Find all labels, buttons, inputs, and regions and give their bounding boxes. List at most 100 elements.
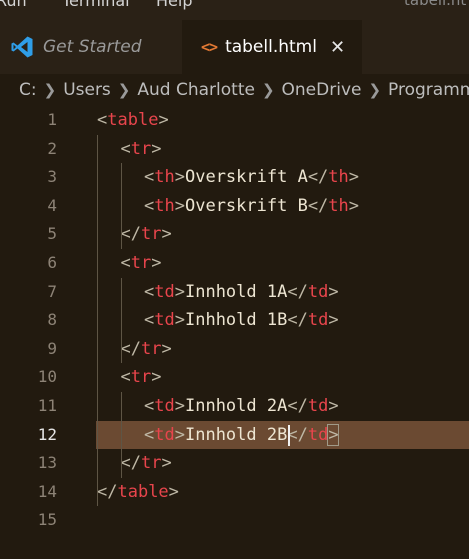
breadcrumb-item[interactable]: Programm xyxy=(388,80,469,100)
tag-bracket: > xyxy=(151,367,162,388)
code-text: </tr> xyxy=(121,453,172,473)
tag-name: td xyxy=(154,281,175,302)
text-content: Innhold 2A xyxy=(184,396,288,416)
tag-bracket: </ xyxy=(287,281,308,302)
text-content: Overskrift B xyxy=(184,195,308,216)
code-editor[interactable]: 1 <table> 2 <tr> 3 <th>Overskrift A</th> 4 <th>… xyxy=(0,106,469,559)
tag-bracket: > xyxy=(348,195,360,216)
code-text: <td>Innhold 2B</td> xyxy=(144,425,339,445)
text-content: Overskrift A xyxy=(184,167,308,188)
code-line[interactable]: 6 <tr> xyxy=(0,249,469,278)
tag-bracket: </ xyxy=(97,481,118,502)
code-text: </tr> xyxy=(121,224,172,244)
tag-bracket: > xyxy=(151,253,162,273)
code-text: <td>Inhhold 1B</td> xyxy=(144,310,339,330)
code-line[interactable]: 11 <td>Innhold 2A</td> xyxy=(0,392,469,421)
tag-name: td xyxy=(154,396,175,416)
code-text: <tr> xyxy=(121,367,162,387)
breadcrumb: C: ❯ Users ❯ Aud Charlotte ❯ OneDrive ❯ … xyxy=(0,74,469,106)
code-text: <table> xyxy=(97,110,169,130)
tag-name: table xyxy=(107,110,159,130)
code-line[interactable]: 1 <table> xyxy=(0,106,469,135)
line-number: 3 xyxy=(47,167,57,187)
breadcrumb-item[interactable]: Aud Charlotte xyxy=(137,80,255,100)
menu-bar: Run Terminal Help tabell.ht xyxy=(0,0,469,20)
code-line[interactable]: 2 <tr> xyxy=(0,135,469,164)
tab-get-started[interactable]: Get Started xyxy=(0,20,182,74)
code-text: <tr> xyxy=(121,139,162,159)
tag-name: table xyxy=(117,481,169,502)
code-line[interactable]: 13 </tr> xyxy=(0,449,469,478)
code-text: <th>Overskrift B</th> xyxy=(144,196,359,216)
tag-name: td xyxy=(307,281,329,302)
tag-name: th xyxy=(154,195,175,216)
code-text: <tr> xyxy=(121,253,162,273)
tag-name: tr xyxy=(140,453,162,474)
menu-run[interactable]: Run xyxy=(0,0,27,10)
code-line[interactable]: 15 xyxy=(0,506,469,535)
tag-name: th xyxy=(328,167,349,188)
line-number: 8 xyxy=(47,310,57,330)
indent-guide xyxy=(120,392,122,478)
chevron-right-icon: ❯ xyxy=(368,81,382,99)
tag-bracket: </ xyxy=(287,396,308,416)
tag-bracket: > xyxy=(328,281,339,302)
line-number: 15 xyxy=(37,510,57,530)
code-line[interactable]: 5 </tr> xyxy=(0,220,469,249)
bracket-match-highlight xyxy=(326,423,339,446)
tag-bracket: > xyxy=(151,138,162,159)
menu-terminal[interactable]: Terminal xyxy=(62,0,130,10)
tab-tabell-html[interactable]: <> tabell.html ✕ xyxy=(182,20,362,74)
tag-bracket: > xyxy=(174,167,185,188)
code-line[interactable]: 8 <td>Inhhold 1B</td> xyxy=(0,306,469,335)
tab-label: tabell.html xyxy=(225,37,317,57)
code-line[interactable]: 12 <td>Innhold 2B</td> xyxy=(0,420,469,450)
close-icon[interactable]: ✕ xyxy=(330,37,345,58)
tag-bracket: </ xyxy=(120,224,141,245)
code-line[interactable]: 7 <td>Innhold 1A</td> xyxy=(0,278,469,307)
line-number: 10 xyxy=(37,367,57,387)
code-line[interactable]: 4 <th>Overskrift B</th> xyxy=(0,192,469,221)
chevron-right-icon: ❯ xyxy=(261,81,275,99)
indent-guide xyxy=(120,163,122,249)
tag-bracket: < xyxy=(144,167,155,188)
tag-name: tr xyxy=(140,224,162,245)
tag-name: td xyxy=(307,310,329,331)
breadcrumb-item[interactable]: Users xyxy=(63,80,111,100)
indent-guide xyxy=(120,277,122,364)
tag-name: td xyxy=(154,310,175,331)
tag-name: td xyxy=(307,424,329,445)
text-content: Innhold 1A xyxy=(184,281,288,302)
indent-guide xyxy=(97,134,98,507)
window-title: tabell.ht xyxy=(404,0,467,9)
tag-bracket: </ xyxy=(307,195,329,216)
code-text: <td>Innhold 2A</td> xyxy=(144,396,339,416)
tag-name: th xyxy=(154,167,175,188)
tag-bracket: > xyxy=(174,424,185,445)
text-content: Inhhold 1B xyxy=(184,310,288,331)
tag-bracket: > xyxy=(174,310,185,331)
tag-bracket: > xyxy=(168,481,179,502)
tag-bracket: < xyxy=(144,281,155,302)
breadcrumb-item[interactable]: C: xyxy=(19,80,37,100)
tab-label: Get Started xyxy=(43,37,142,57)
code-line[interactable]: 14 </table> xyxy=(0,478,469,507)
chevron-right-icon: ❯ xyxy=(43,81,57,99)
code-line[interactable]: 10 <tr> xyxy=(0,363,469,392)
tag-bracket: > xyxy=(158,110,169,130)
code-line[interactable]: 9 </tr> xyxy=(0,335,469,364)
tag-bracket: > xyxy=(328,310,339,331)
html-code-icon: <> xyxy=(201,38,218,56)
tag-bracket: < xyxy=(120,138,131,159)
tab-bar: Get Started <> tabell.html ✕ xyxy=(0,20,469,74)
code-line[interactable]: 3 <th>Overskrift A</th> xyxy=(0,163,469,192)
text-content: Innhold 2B xyxy=(184,424,288,445)
tag-bracket: > xyxy=(174,396,185,416)
breadcrumb-item[interactable]: OneDrive xyxy=(282,80,362,100)
menu-help[interactable]: Help xyxy=(156,0,192,10)
tag-bracket: > xyxy=(348,167,360,188)
tag-bracket: </ xyxy=(120,453,141,474)
tag-bracket: < xyxy=(97,110,108,130)
line-number: 12 xyxy=(37,424,57,444)
tag-bracket: < xyxy=(144,396,155,416)
